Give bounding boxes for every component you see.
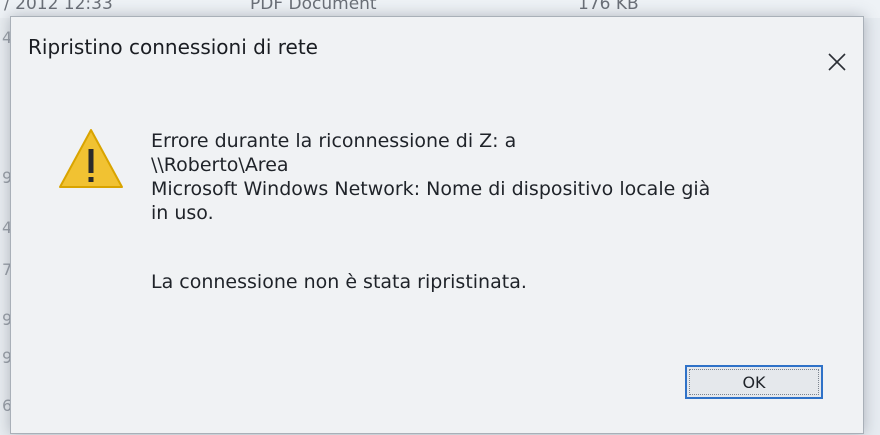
background-size-fragment: 176 KB [578, 0, 639, 14]
error-message: Errore durante la riconnessione di Z: a … [151, 129, 831, 225]
warning-triangle-icon [59, 129, 123, 188]
message-line: \\Roberto\Area [151, 154, 289, 176]
dialog-title: Ripristino connessioni di rete [28, 35, 318, 59]
message-line: in uso. [151, 202, 214, 224]
background-type-fragment: PDF Document [250, 0, 377, 14]
result-message: La connessione non è stata ripristinata. [151, 271, 527, 293]
message-line: Microsoft Windows Network: Nome di dispo… [151, 178, 711, 200]
ok-button[interactable]: OK [685, 365, 823, 399]
network-restore-dialog: Ripristino connessioni di rete Errore du… [10, 16, 864, 434]
focus-ring [689, 369, 819, 395]
message-line: Errore durante la riconnessione di Z: a [151, 130, 517, 152]
close-icon [828, 53, 846, 71]
close-button[interactable] [819, 45, 855, 79]
background-date-fragment: / 2012 12:33 [4, 0, 113, 14]
